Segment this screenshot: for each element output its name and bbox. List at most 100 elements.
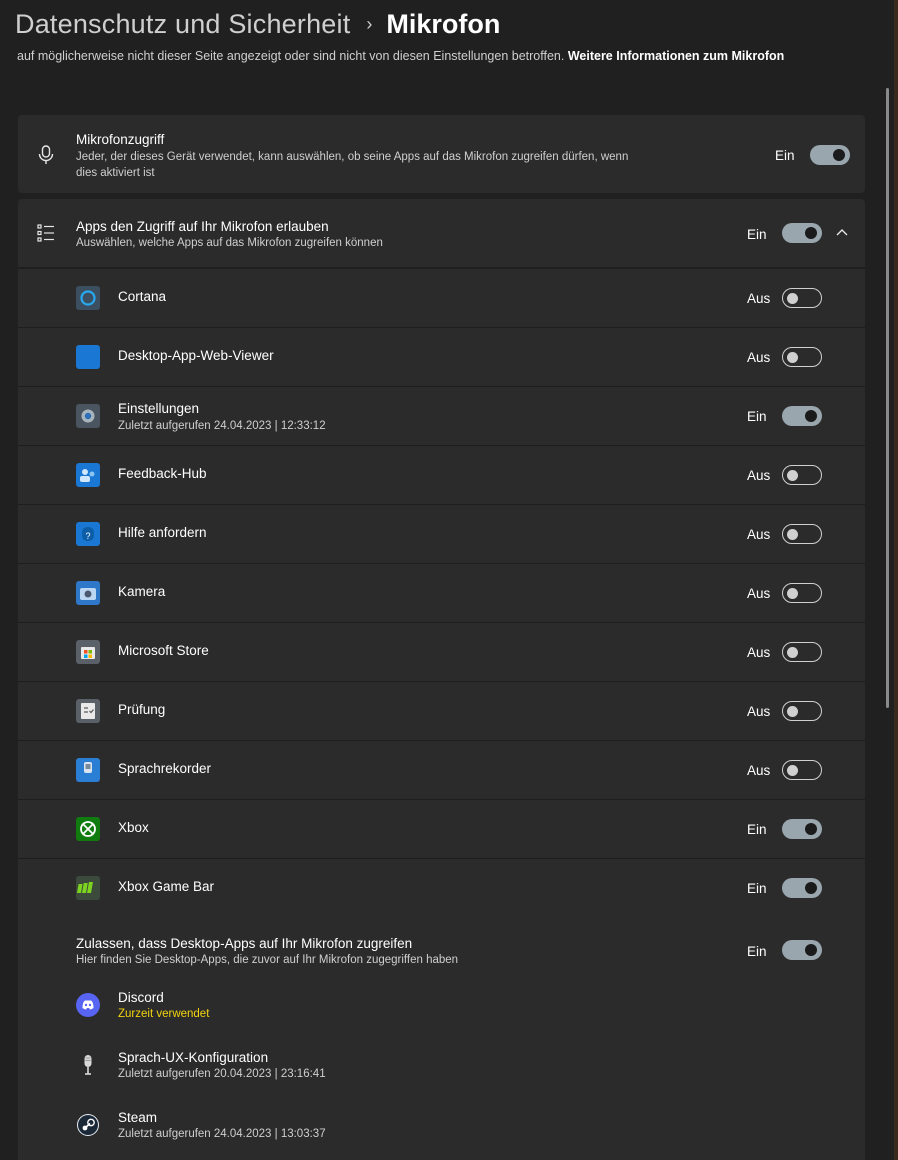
svg-text:?: ? (85, 531, 90, 541)
toggle-knob (787, 646, 798, 658)
microphone-config-icon (76, 1053, 100, 1077)
page-title: Mikrofon (386, 8, 501, 39)
microphone-access-subtitle-1: Jeder, der dieses Gerät verwendet, kann … (76, 151, 629, 163)
app-toggle-feedback-hub[interactable] (782, 465, 822, 485)
app-state: Aus (747, 586, 771, 601)
desktop-app-status: Zuletzt aufgerufen 24.04.2023 | 13:03:37 (118, 1128, 326, 1140)
app-name: Xbox Game Bar (118, 879, 215, 894)
app-toggle-desktop-app-web-viewer[interactable] (782, 347, 822, 367)
intro-text: auf möglicherweise nicht dieser Seite an… (17, 47, 837, 65)
toggle-knob (805, 882, 817, 894)
microphone-icon (38, 145, 54, 164)
app-name: Desktop-App-Web-Viewer (118, 348, 274, 363)
more-info-link[interactable]: Weitere Informationen zum Mikrofon (568, 49, 784, 63)
desktop-access-subtitle: Hier finden Sie Desktop-Apps, die zuvor … (76, 954, 459, 966)
cortana-icon (76, 286, 100, 310)
app-toggle-hilfe-anfordern[interactable] (782, 524, 822, 544)
toggle-knob (805, 410, 817, 422)
camera-icon (76, 581, 100, 605)
app-row-xbox-game-bar: Xbox Game Bar Ein (18, 858, 865, 917)
toggle-knob (787, 528, 798, 540)
desktop-access-title: Zulassen, dass Desktop-Apps auf Ihr Mikr… (76, 936, 413, 951)
app-state: Aus (747, 468, 771, 483)
app-name: Microsoft Store (118, 643, 209, 658)
apps-access-header[interactable]: Apps den Zugriff auf Ihr Mikrofon erlaub… (18, 199, 865, 267)
feedback-hub-icon (76, 463, 100, 487)
toggle-knob (787, 587, 798, 599)
xbox-game-bar-icon (76, 876, 100, 900)
desktop-app-name: Steam (118, 1110, 158, 1125)
microphone-access-state: Ein (775, 148, 795, 163)
desktop-app-status: Zurzeit verwendet (118, 1008, 210, 1020)
desktop-app-name: Sprach-UX-Konfiguration (118, 1050, 269, 1065)
desktop-app-name: Discord (118, 990, 164, 1005)
microphone-access-subtitle-2: dies aktiviert ist (76, 167, 155, 179)
app-row-desktop-app-web-viewer: Desktop-App-Web-Viewer Aus (18, 327, 865, 386)
app-toggle-kamera[interactable] (782, 583, 822, 603)
list-icon (37, 224, 54, 242)
app-row-einstellungen: Einstellungen Zuletzt aufgerufen 24.04.2… (18, 386, 865, 445)
app-state: Ein (747, 409, 767, 424)
app-last-access: Zuletzt aufgerufen 24.04.2023 | 12:33:12 (118, 420, 326, 432)
store-icon (76, 640, 100, 664)
app-row-sprachrekorder: Sprachrekorder Aus (18, 740, 865, 799)
settings-window: Datenschutz und Sicherheit › Mikrofon au… (0, 0, 898, 1160)
app-toggle-einstellungen[interactable] (782, 406, 822, 426)
app-state: Aus (747, 704, 771, 719)
web-viewer-icon (76, 345, 100, 369)
app-row-prüfung: Prüfung Aus (18, 681, 865, 740)
app-name: Einstellungen (118, 401, 200, 416)
window-edge (894, 0, 898, 1160)
app-state: Ein (747, 881, 767, 896)
breadcrumb: Datenschutz und Sicherheit › Mikrofon (15, 4, 500, 44)
xbox-icon (76, 817, 100, 841)
app-toggle-cortana[interactable] (782, 288, 822, 308)
app-state: Aus (747, 527, 771, 542)
microphone-access-toggle[interactable] (810, 145, 850, 165)
toggle-knob (787, 764, 798, 776)
intro-body: auf möglicherweise nicht dieser Seite an… (17, 49, 565, 63)
app-name: Sprachrekorder (118, 761, 212, 776)
microphone-access-card: Mikrofonzugriff Jeder, der dieses Gerät … (18, 115, 865, 193)
discord-icon (76, 993, 100, 1017)
app-state: Aus (747, 763, 771, 778)
desktop-access-toggle[interactable] (782, 940, 822, 960)
exam-icon (76, 699, 100, 723)
app-state: Aus (747, 291, 771, 306)
desktop-app-status: Zuletzt aufgerufen 20.04.2023 | 23:16:41 (118, 1068, 326, 1080)
chevron-up-icon[interactable] (836, 228, 848, 236)
steam-icon (76, 1113, 100, 1137)
desktop-app-row-steam: Steam Zuletzt aufgerufen 24.04.2023 | 13… (18, 1108, 865, 1160)
app-name: Cortana (118, 289, 167, 304)
voice-recorder-icon (76, 758, 100, 782)
app-row-feedback-hub: Feedback-Hub Aus (18, 445, 865, 504)
app-toggle-sprachrekorder[interactable] (782, 760, 822, 780)
app-name: Prüfung (118, 702, 166, 717)
microphone-access-title: Mikrofonzugriff (76, 132, 165, 147)
app-toggle-microsoft-store[interactable] (782, 642, 822, 662)
apps-access-toggle[interactable] (782, 223, 822, 243)
toggle-knob (805, 823, 817, 835)
app-name: Xbox (118, 820, 149, 835)
app-row-cortana: Cortana Aus (18, 268, 865, 327)
app-toggle-xbox-game-bar[interactable] (782, 878, 822, 898)
scrollbar[interactable] (886, 88, 889, 708)
desktop-access-state: Ein (747, 944, 767, 959)
chevron-right-icon: › (366, 13, 373, 34)
app-row-kamera: Kamera Aus (18, 563, 865, 622)
app-name: Feedback-Hub (118, 466, 207, 481)
app-row-hilfe-anfordern: ? Hilfe anfordern Aus (18, 504, 865, 563)
get-help-icon: ? (76, 522, 100, 546)
app-state: Ein (747, 822, 767, 837)
app-toggle-xbox[interactable] (782, 819, 822, 839)
apps-access-subtitle: Auswählen, welche Apps auf das Mikrofon … (76, 237, 383, 249)
desktop-app-row-sprach-ux-konfiguration: Sprach-UX-Konfiguration Zuletzt aufgeruf… (18, 1048, 865, 1104)
toggle-knob (787, 292, 798, 304)
toggle-knob (787, 705, 798, 717)
breadcrumb-parent[interactable]: Datenschutz und Sicherheit (15, 9, 350, 40)
app-row-microsoft-store: Microsoft Store Aus (18, 622, 865, 681)
apps-access-title: Apps den Zugriff auf Ihr Mikrofon erlaub… (76, 219, 329, 234)
app-toggle-prüfung[interactable] (782, 701, 822, 721)
toggle-knob (787, 469, 798, 481)
app-row-xbox: Xbox Ein (18, 799, 865, 858)
